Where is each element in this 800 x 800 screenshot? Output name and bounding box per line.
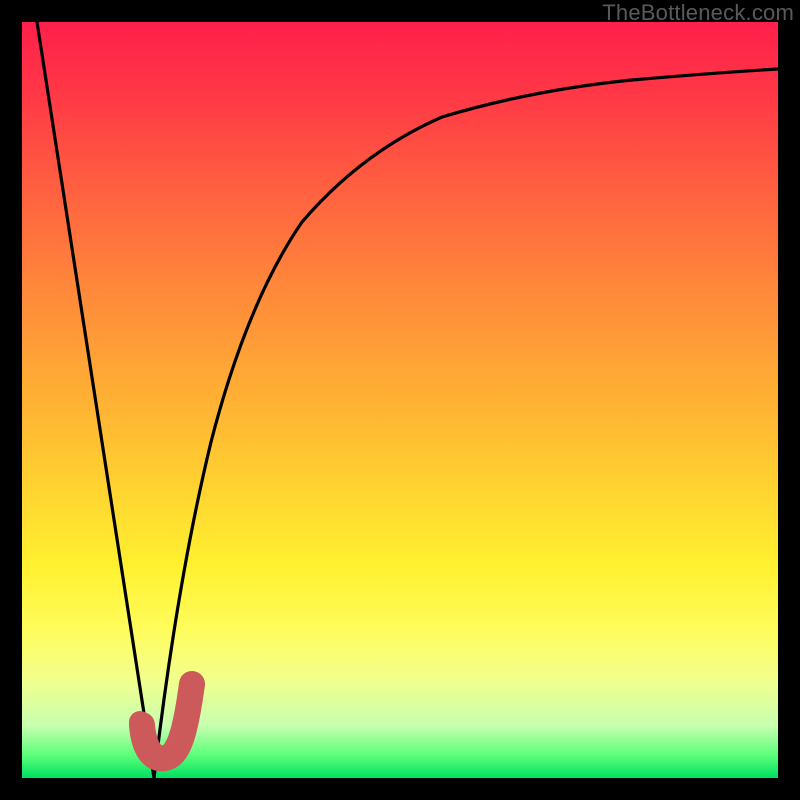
- dot-marker: [129, 711, 151, 733]
- plot-area: [22, 22, 778, 778]
- curves-layer: [22, 22, 778, 778]
- right-curve: [154, 69, 778, 778]
- left-line: [37, 22, 154, 778]
- chart-frame: TheBottleneck.com: [0, 0, 800, 800]
